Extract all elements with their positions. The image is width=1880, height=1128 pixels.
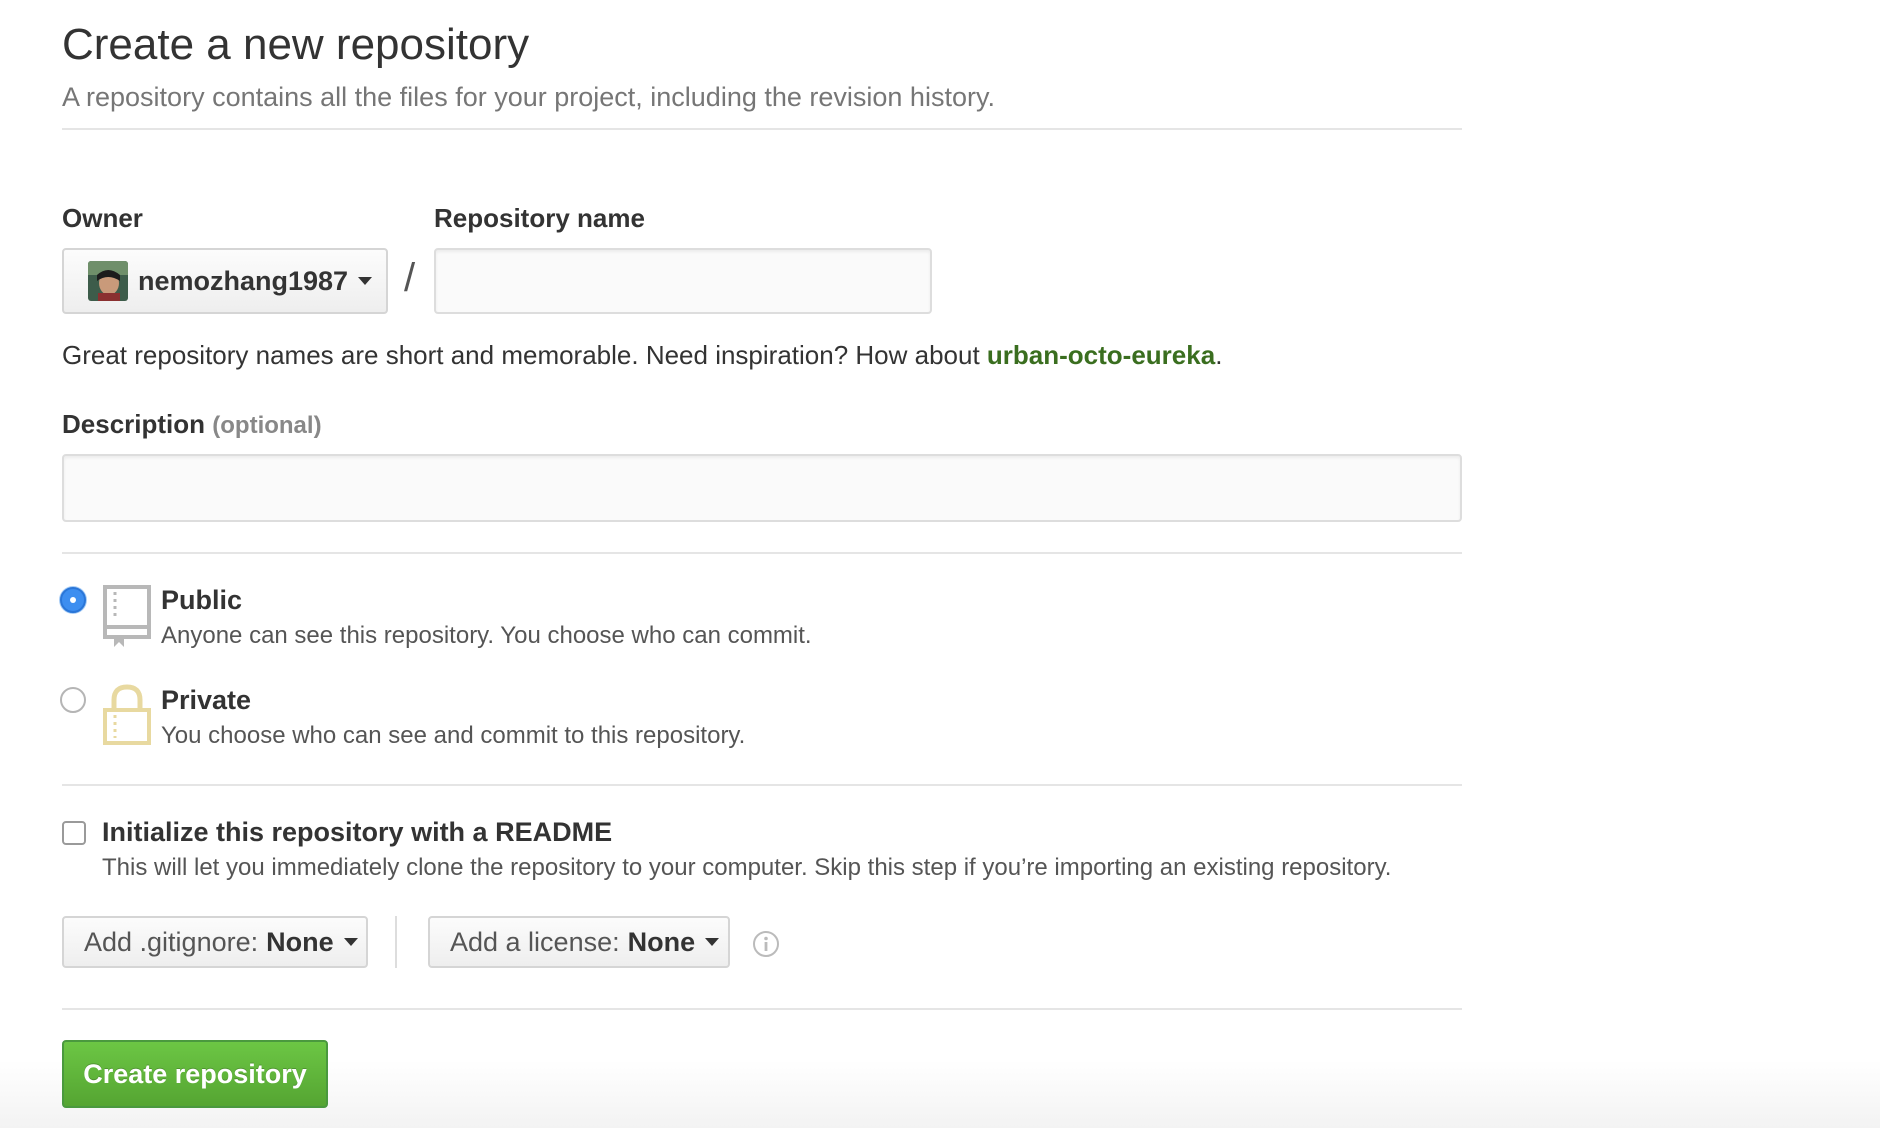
info-icon[interactable]: [752, 930, 780, 958]
owner-repo-separator: /: [404, 256, 416, 300]
lock-icon: [102, 684, 152, 751]
visibility-divider: [62, 784, 1462, 786]
private-radio[interactable]: [60, 687, 86, 713]
page-subtitle: A repository contains all the files for …: [62, 82, 995, 112]
chevron-down-icon: [705, 938, 720, 946]
license-prefix: Add a license:: [450, 926, 620, 957]
public-option-title: Public: [161, 585, 243, 615]
create-repository-button[interactable]: Create repository: [62, 1040, 328, 1108]
readme-label[interactable]: Initialize this repository with a README: [102, 817, 612, 848]
options-divider: [62, 1008, 1462, 1010]
owner-name: nemozhang1987: [138, 265, 349, 296]
description-label-text: Description: [62, 409, 206, 439]
select-divider: [395, 916, 397, 968]
public-radio[interactable]: [60, 587, 86, 613]
repo-name-input[interactable]: [434, 248, 932, 314]
chevron-down-icon: [358, 277, 373, 285]
avatar: [88, 261, 128, 301]
hint-end: .: [1215, 340, 1223, 370]
gitignore-prefix: Add .gitignore:: [84, 926, 259, 957]
gitignore-value: None: [266, 926, 334, 957]
repo-name-hint: Great repository names are short and mem…: [62, 340, 1222, 371]
hint-text: Great repository names are short and mem…: [62, 340, 987, 370]
description-label: Description (optional): [62, 409, 322, 440]
owner-select-button[interactable]: nemozhang1987: [62, 248, 388, 314]
page-title: Create a new repository: [62, 20, 530, 69]
license-value: None: [627, 926, 696, 957]
repo-name-label: Repository name: [434, 203, 645, 233]
license-select-button[interactable]: Add a license: None: [428, 916, 730, 968]
header-divider: [62, 128, 1462, 130]
description-input[interactable]: [62, 454, 1462, 522]
optional-tag: (optional): [212, 412, 322, 439]
gitignore-select-button[interactable]: Add .gitignore: None: [62, 916, 368, 968]
readme-desc: This will let you immediately clone the …: [102, 854, 1392, 881]
description-divider: [62, 552, 1462, 554]
readme-checkbox[interactable]: [62, 821, 86, 845]
owner-label: Owner: [62, 203, 143, 233]
suggested-name-link[interactable]: urban-octo-eureka: [987, 340, 1215, 370]
private-option-title: Private: [161, 685, 252, 715]
repo-book-icon: [102, 584, 152, 653]
public-option-desc: Anyone can see this repository. You choo…: [161, 622, 812, 649]
chevron-down-icon: [343, 938, 358, 946]
private-option-desc: You choose who can see and commit to thi…: [161, 722, 746, 749]
